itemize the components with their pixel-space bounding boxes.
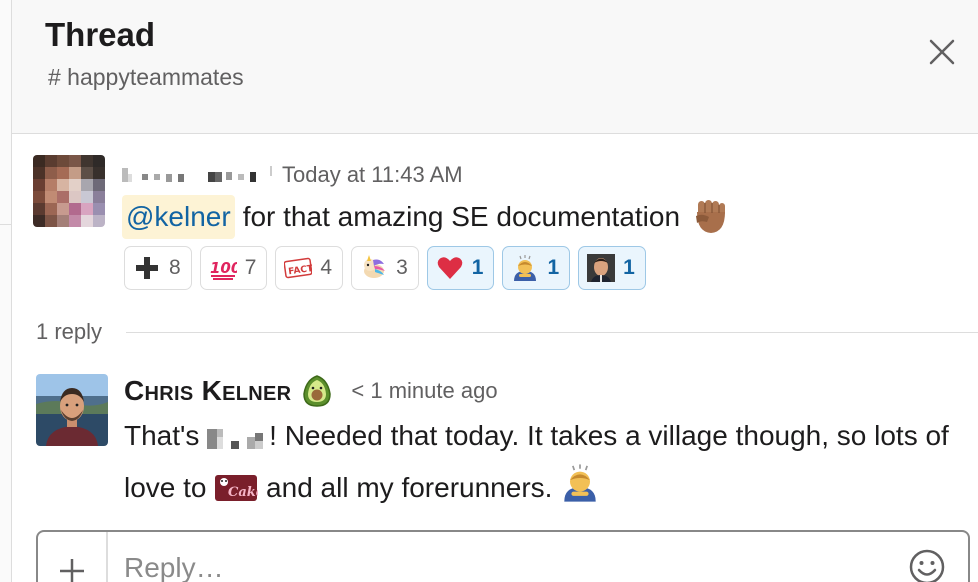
message-meta: Today at 11:43 AM: [122, 160, 463, 190]
emoji-picker-button[interactable]: [908, 548, 946, 582]
reaction-count: 4: [320, 256, 333, 279]
thread-header: Thread # happyteammates: [12, 0, 978, 134]
avocado-icon: [301, 374, 333, 408]
redacted-custom-emoji-icon: [207, 420, 269, 463]
avatar[interactable]: [36, 374, 108, 446]
reply-count: 1 reply: [36, 319, 103, 344]
svg-text:Cake: Cake: [228, 485, 258, 500]
unicorn-dog-emoji-icon: [364, 255, 386, 278]
reaction-count: 3: [396, 256, 408, 279]
reply-body: That's ! Needed that today. It takes a v…: [124, 414, 964, 515]
reply-composer: [36, 530, 970, 582]
plus-emoji-icon: [136, 257, 158, 279]
attach-button[interactable]: [38, 532, 108, 582]
avatar[interactable]: [33, 155, 105, 227]
reply-text-part: and all my forerunners.: [258, 472, 561, 503]
bowing-person-icon: [560, 463, 600, 515]
reply-timestamp[interactable]: < 1 minute ago: [351, 378, 497, 404]
reaction-bar: 8 100 7 FACT 4 3 1: [124, 246, 646, 290]
fact-emoji-icon: FACT: [284, 257, 313, 279]
channel-link[interactable]: # happyteammates: [48, 64, 244, 91]
close-button[interactable]: [926, 36, 958, 68]
cake-badge-icon: Cake: [214, 472, 264, 515]
reply-meta: Chris Kelner < 1 minute ago: [124, 372, 498, 410]
divider-line: [126, 331, 978, 333]
reaction-count: 1: [471, 256, 484, 279]
page-title: Thread: [45, 16, 156, 53]
reaction-fact[interactable]: FACT 4: [275, 246, 344, 290]
reaction-count: 1: [547, 256, 560, 279]
bowing-person-emoji-icon: [514, 255, 537, 281]
reaction-count: 8: [169, 256, 181, 279]
reply-input[interactable]: [124, 548, 884, 582]
message-timestamp[interactable]: Today at 11:43 AM: [282, 162, 463, 188]
reaction-heart[interactable]: 1: [426, 246, 495, 290]
close-icon: [929, 39, 955, 65]
smiley-icon: [909, 549, 945, 582]
raised-fist-icon: [692, 198, 730, 236]
message-text: for that amazing SE documentation: [242, 201, 681, 232]
svg-text:100: 100: [210, 259, 237, 277]
reaction-plus[interactable]: 8: [124, 246, 192, 290]
reaction-unicorn-dog[interactable]: 3: [351, 246, 419, 290]
heart-emoji-icon: [437, 257, 463, 279]
message-body: @kelner for that amazing SE documentatio…: [122, 195, 730, 239]
sidebar-divider: [0, 224, 12, 225]
hundred-emoji-icon: 100: [210, 259, 237, 280]
reaction-count: 7: [244, 256, 257, 279]
reaction-count: 1: [623, 256, 635, 279]
reply-text-part: That's: [124, 420, 208, 451]
redacted-username[interactable]: [122, 166, 272, 184]
reaction-hundred[interactable]: 100 7: [199, 246, 268, 290]
sidebar-edge: [0, 0, 12, 582]
author-name[interactable]: Chris Kelner: [124, 375, 291, 407]
reaction-bowing[interactable]: 1: [502, 246, 571, 290]
reply-divider: 1 reply: [36, 316, 978, 348]
plus-icon: [60, 559, 84, 582]
user-mention[interactable]: @kelner: [122, 195, 235, 239]
reaction-face-photo[interactable]: 1: [578, 246, 646, 290]
face-photo-emoji-icon: [587, 254, 616, 282]
